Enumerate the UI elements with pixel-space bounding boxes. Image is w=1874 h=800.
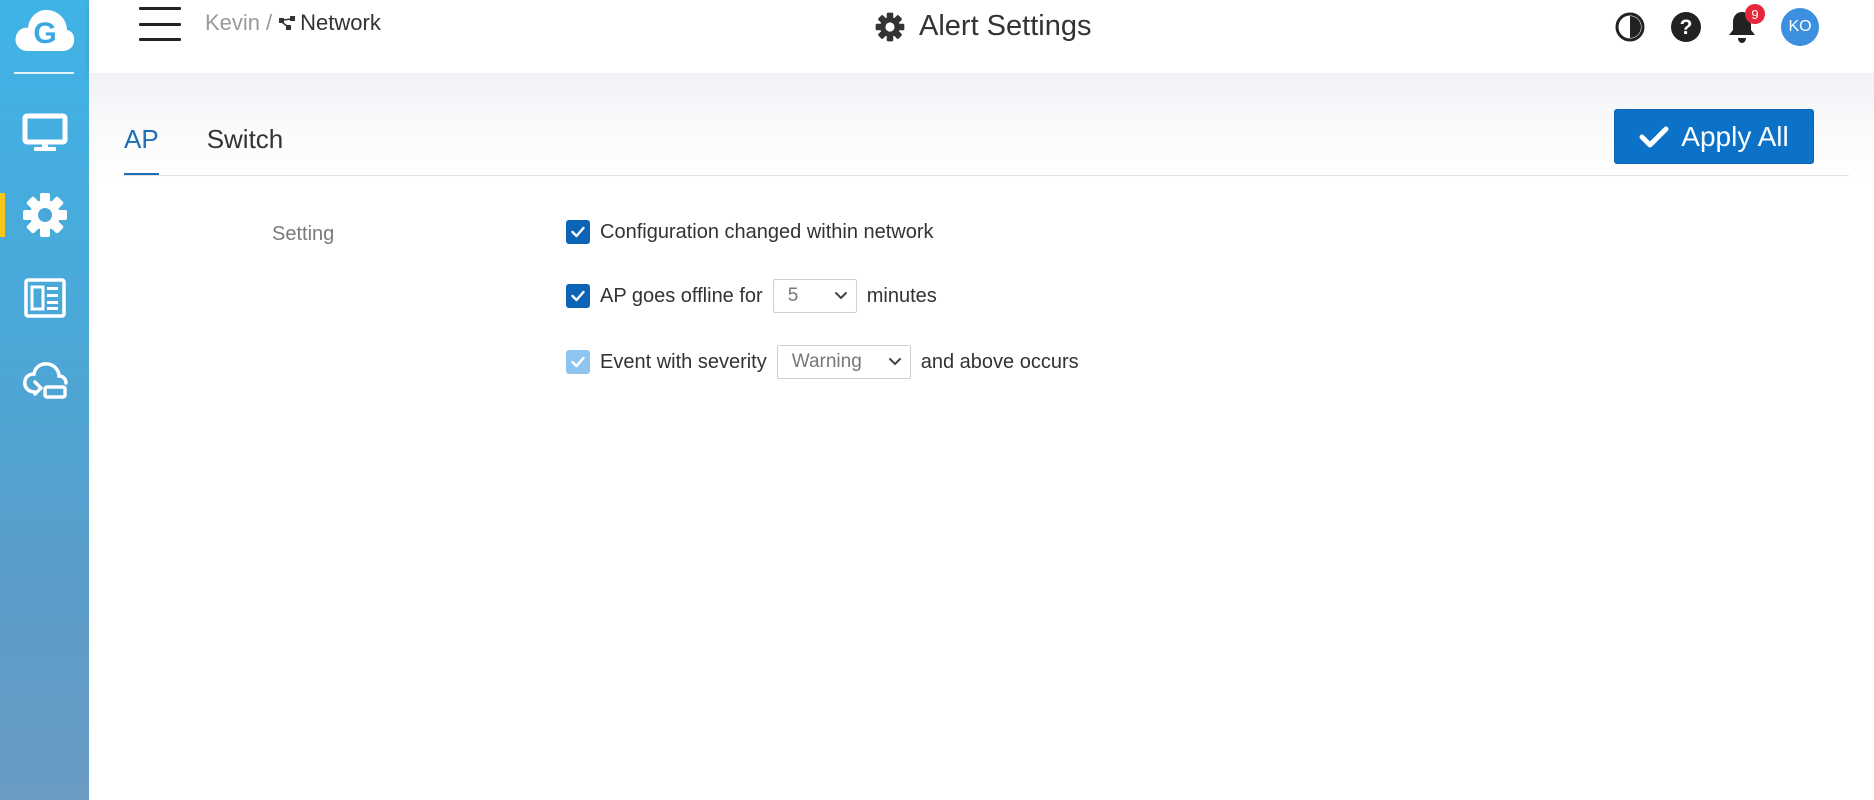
tab-switch[interactable]: Switch — [207, 120, 284, 176]
breadcrumb-network-label: Network — [300, 10, 381, 35]
config-changed-label: Configuration changed within network — [600, 220, 934, 243]
config-changed-checkbox[interactable] — [566, 220, 590, 244]
breadcrumb: Kevin / Network — [205, 10, 381, 36]
ap-offline-suffix: minutes — [866, 284, 937, 307]
sidebar-item-cloud-devices[interactable] — [0, 346, 89, 416]
chevron-down-icon — [834, 292, 847, 300]
page-title-text: Alert Settings — [919, 10, 1092, 42]
check-icon — [571, 226, 585, 238]
checkmark-icon — [1639, 126, 1669, 147]
notification-badge: 9 — [1745, 4, 1765, 24]
user-avatar[interactable]: KO — [1781, 8, 1819, 46]
check-icon — [571, 290, 585, 302]
severity-row: Event with severity Warning and above oc… — [566, 345, 1079, 379]
ap-offline-minutes-value: 5 — [787, 285, 799, 306]
contrast-toggle-icon[interactable] — [1613, 10, 1647, 44]
content-area — [89, 73, 1874, 800]
sidebar-item-monitor[interactable] — [0, 98, 89, 168]
sidebar-item-configure[interactable] — [0, 180, 89, 250]
header-icons: ? 9 KO — [1613, 4, 1819, 46]
severity-value: Warning — [791, 351, 862, 372]
ap-offline-row: AP goes offline for 5 minutes — [566, 279, 937, 313]
ap-offline-minutes-select[interactable]: 5 — [772, 279, 857, 313]
chevron-down-icon — [888, 358, 901, 366]
severity-prefix: Event with severity — [600, 350, 767, 373]
ap-offline-checkbox[interactable] — [566, 284, 590, 308]
tab-bar: AP Switch — [124, 120, 283, 176]
severity-suffix: and above occurs — [920, 350, 1079, 373]
severity-select[interactable]: Warning — [776, 345, 911, 379]
logo-divider — [14, 72, 74, 74]
ap-offline-prefix: AP goes offline for — [600, 284, 763, 307]
apply-all-button[interactable]: Apply All — [1614, 109, 1814, 164]
tab-ap[interactable]: AP — [124, 120, 159, 176]
network-topology-icon — [279, 16, 296, 30]
sidebar-item-reports[interactable] — [0, 263, 89, 333]
cloud-logo-icon[interactable]: G — [12, 0, 76, 56]
page-title: Alert Settings — [875, 10, 1091, 43]
breadcrumb-separator: / — [266, 10, 273, 35]
svg-text:G: G — [33, 17, 56, 50]
tabs-divider — [124, 175, 1849, 176]
config-changed-row: Configuration changed within network — [566, 220, 934, 244]
breadcrumb-user[interactable]: Kevin — [205, 10, 260, 36]
svg-text:?: ? — [1680, 16, 1693, 39]
sidebar: G — [0, 0, 89, 800]
top-header: Kevin / Network Alert Settings ? 9 KO — [89, 0, 1874, 73]
gear-icon — [22, 193, 67, 237]
newspaper-icon — [23, 278, 66, 318]
severity-checkbox[interactable] — [566, 350, 590, 374]
apply-all-label: Apply All — [1681, 120, 1789, 152]
app-root: G Kevin / Network Alert Settings ? 9 KO … — [0, 0, 1874, 800]
settings-gear-icon — [875, 12, 905, 41]
notifications-bell-icon[interactable]: 9 — [1725, 4, 1765, 44]
help-icon[interactable]: ? — [1669, 10, 1703, 44]
cloud-device-icon — [22, 362, 68, 399]
check-icon — [571, 356, 585, 368]
setting-section-label: Setting — [272, 223, 335, 245]
hamburger-menu-icon[interactable] — [139, 7, 181, 41]
breadcrumb-network[interactable]: Network — [278, 10, 381, 36]
monitor-icon — [22, 113, 67, 151]
